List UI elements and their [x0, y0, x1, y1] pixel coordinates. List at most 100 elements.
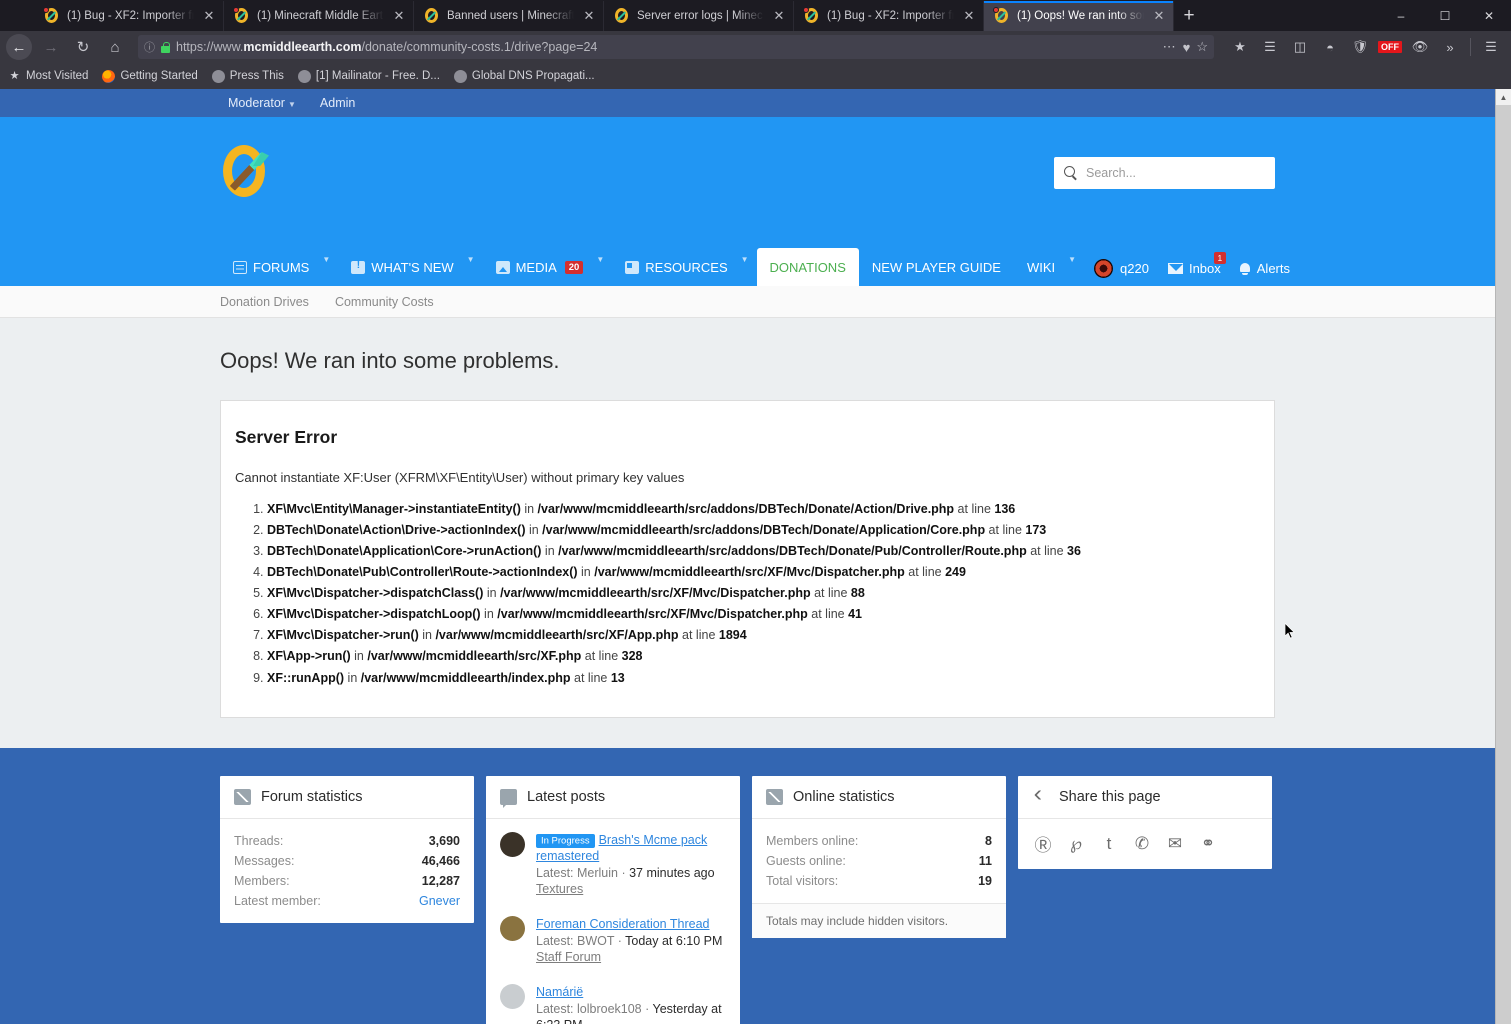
tab-favicon: [614, 8, 630, 24]
nav-item-media[interactable]: MEDIA 20: [483, 248, 597, 286]
browser-tab[interactable]: Server error logs | Minecraft M... ✕: [604, 1, 794, 31]
library-icon[interactable]: ☰: [1256, 33, 1284, 61]
nav-item-donations[interactable]: DONATIONS: [756, 248, 859, 286]
browser-tab-active[interactable]: (1) Oops! We ran into some pro... ✕: [984, 1, 1174, 31]
shield-icon[interactable]: 🛡: [1346, 33, 1374, 61]
topbar-item-moderator[interactable]: Moderator ▼: [228, 96, 296, 110]
tab-favicon: [803, 7, 820, 24]
minimize-button[interactable]: –: [1379, 0, 1423, 31]
chevron-down-icon[interactable]: ▼: [596, 255, 612, 264]
page-scrollbar[interactable]: ▲: [1495, 89, 1511, 1024]
reddit-icon[interactable]: Ⓡ: [1032, 833, 1054, 855]
widget-title: Online statistics: [793, 788, 895, 805]
widget-header: Latest posts: [486, 776, 740, 819]
bookmark-item[interactable]: [1] Mailinator - Free. D...: [297, 69, 440, 83]
overflow-chevron-icon[interactable]: »: [1436, 33, 1464, 61]
tab-close-icon[interactable]: ✕: [391, 8, 407, 24]
back-button[interactable]: ←: [6, 34, 32, 60]
site-nav-strip: FORUMS ▼ WHAT'S NEW ▼ MEDIA20 ▼ RESOURCE…: [0, 244, 1495, 286]
bookmark-item[interactable]: Global DNS Propagati...: [453, 69, 595, 83]
menu-icon[interactable]: ☰: [1477, 33, 1505, 61]
reload-button[interactable]: ↻: [68, 33, 98, 61]
stat-value: 8: [985, 833, 992, 848]
whatsapp-icon[interactable]: ✆: [1131, 833, 1153, 855]
close-window-button[interactable]: ✕: [1467, 0, 1511, 31]
nav-item-resources[interactable]: RESOURCES: [612, 248, 740, 286]
nav-item-new-player-guide[interactable]: NEW PLAYER GUIDE: [859, 248, 1014, 286]
nav-item-whats-new[interactable]: WHAT'S NEW: [338, 248, 466, 286]
subnav-item-community-costs[interactable]: Community Costs: [335, 295, 434, 309]
bookmark-item[interactable]: ★ Most Visited: [8, 70, 89, 83]
save-to-pocket-icon[interactable]: ★: [1226, 33, 1254, 61]
nav-item-forums[interactable]: FORUMS: [220, 248, 322, 286]
reader-icon[interactable]: ◓: [1316, 33, 1344, 61]
tab-title: Banned users | Minecraft Midd...: [447, 10, 574, 22]
pinterest-icon[interactable]: ℘: [1065, 833, 1087, 855]
online-stats-note: Totals may include hidden visitors.: [752, 902, 1006, 938]
link-icon[interactable]: ⚭: [1197, 833, 1219, 855]
stat-key: Latest member:: [234, 893, 321, 908]
site-footer: Forum statistics Threads: 3,690 Messages:…: [0, 747, 1495, 1024]
post-title-link[interactable]: Namárië: [536, 985, 583, 999]
stat-value: 19: [978, 873, 992, 888]
off-badge-icon[interactable]: OFF: [1376, 33, 1404, 61]
mcme-ring-pickaxe-logo[interactable]: [220, 144, 278, 202]
avatar: [500, 831, 525, 857]
nav-item-user[interactable]: q220: [1084, 259, 1159, 278]
bookmark-star-icon[interactable]: ☆: [1196, 39, 1208, 55]
address-bar[interactable]: ⓘ https://www.mcmiddleearth.com/donate/c…: [138, 35, 1214, 59]
stack-trace-row: XF\App->run() in /var/www/mcmiddleearth/…: [267, 648, 1260, 665]
list-item[interactable]: Foreman Consideration Thread Latest: BWO…: [486, 907, 740, 975]
tab-close-icon[interactable]: ✕: [1151, 8, 1167, 24]
browser-tab[interactable]: Banned users | Minecraft Midd... ✕: [414, 1, 604, 31]
maximize-button[interactable]: ☐: [1423, 0, 1467, 31]
stat-row: Latest member: Gnever: [234, 891, 460, 911]
avatar: [500, 983, 525, 1009]
latest-member-link[interactable]: Gnever: [419, 894, 460, 908]
tab-close-icon[interactable]: ✕: [961, 8, 977, 24]
nav-item-inbox[interactable]: Inbox 1: [1159, 252, 1230, 276]
chart-icon: [766, 788, 783, 805]
list-item[interactable]: Namárië Latest: lolbroek108 · Yesterday …: [486, 975, 740, 1024]
browser-tab[interactable]: (1) Bug - XF2: Importer from A... ✕: [794, 1, 984, 31]
chevron-down-icon[interactable]: ▼: [741, 255, 757, 264]
chevron-down-icon[interactable]: ▼: [322, 255, 338, 264]
post-forum-link[interactable]: Staff Forum: [536, 949, 601, 966]
post-title-link[interactable]: Foreman Consideration Thread: [536, 917, 709, 931]
widget-header: Online statistics: [752, 776, 1006, 819]
email-icon[interactable]: ✉: [1164, 833, 1186, 855]
list-item[interactable]: In Progress Brash's Mcme pack remastered …: [486, 823, 740, 908]
tab-close-icon[interactable]: ✕: [771, 8, 787, 24]
scroll-up-arrow[interactable]: ▲: [1496, 89, 1511, 105]
globe-icon: [453, 69, 467, 83]
sidebar-icon[interactable]: ◫: [1286, 33, 1314, 61]
site-info-icon[interactable]: ⓘ: [144, 39, 155, 55]
new-tab-button[interactable]: +: [1174, 1, 1204, 31]
bookmark-label: Most Visited: [26, 70, 89, 82]
bookmark-item[interactable]: Getting Started: [102, 69, 198, 83]
search-input[interactable]: Search...: [1086, 166, 1136, 180]
post-forum-link[interactable]: Textures: [536, 881, 583, 898]
bookmark-item[interactable]: Press This: [211, 69, 284, 83]
chevron-down-icon[interactable]: ▼: [1068, 255, 1084, 264]
page-actions-icon[interactable]: ⋯: [1163, 39, 1177, 55]
home-button[interactable]: ⌂: [100, 33, 130, 61]
chevron-down-icon[interactable]: ▼: [467, 255, 483, 264]
url-text: https://www.mcmiddleearth.com/donate/com…: [176, 40, 1157, 54]
tumblr-icon[interactable]: t: [1098, 833, 1120, 855]
tab-title: (1) Oops! We ran into some pro...: [1017, 10, 1144, 22]
subnav-item-donation-drives[interactable]: Donation Drives: [220, 295, 309, 309]
stat-key: Threads:: [234, 833, 284, 848]
nav-item-alerts[interactable]: Alerts: [1230, 261, 1299, 276]
search-box[interactable]: Search...: [1054, 157, 1275, 189]
tab-close-icon[interactable]: ✕: [581, 8, 597, 24]
tab-title: Server error logs | Minecraft M...: [637, 10, 764, 22]
privacy-eye-icon[interactable]: 👁: [1406, 33, 1434, 61]
browser-tab[interactable]: (1) Bug - XF2: Importer from A... ✕: [34, 1, 224, 31]
pocket-icon[interactable]: ♥: [1183, 40, 1191, 55]
browser-tab[interactable]: (1) Minecraft Middle Earth ✕: [224, 1, 414, 31]
forward-button[interactable]: →: [36, 33, 66, 61]
topbar-item-admin[interactable]: Admin: [320, 96, 355, 110]
nav-item-wiki[interactable]: WIKI: [1014, 248, 1068, 286]
tab-close-icon[interactable]: ✕: [201, 8, 217, 24]
